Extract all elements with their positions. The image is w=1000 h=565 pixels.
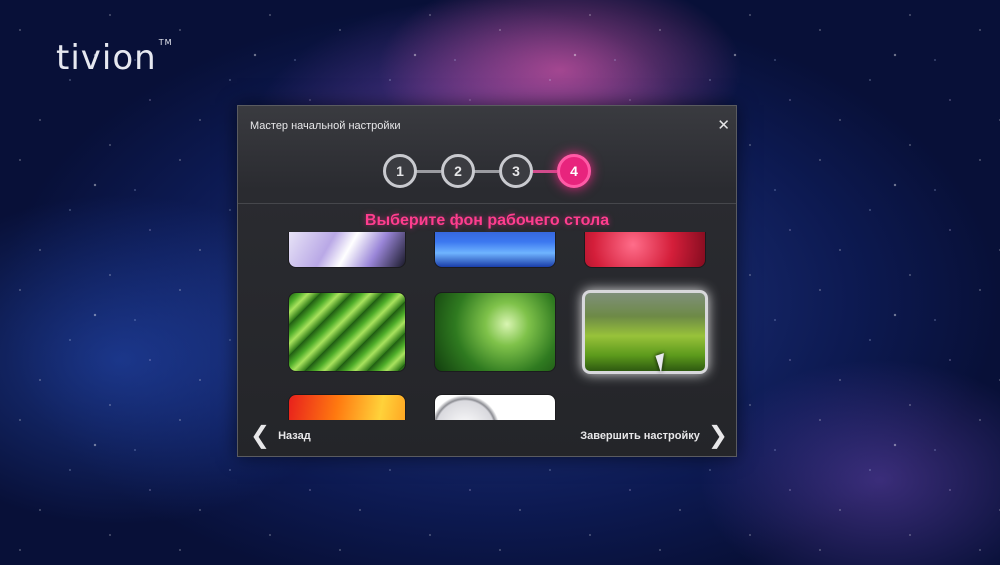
finish-label: Завершить настройку	[580, 430, 700, 442]
finish-setup-button[interactable]: Завершить настройку ❯	[580, 422, 728, 449]
step-1: 1	[383, 154, 417, 188]
step-3: 3	[499, 154, 533, 188]
brand-logo: tivion TM	[56, 38, 173, 78]
step-indicator: 1 2 3 4	[383, 154, 593, 188]
wallpaper-red-flower[interactable]	[584, 232, 706, 268]
wallpaper-blue-glow[interactable]	[434, 232, 556, 268]
dialog-title: Мастер начальной настройки	[250, 120, 401, 132]
wallpaper-orange-gradient[interactable]	[288, 394, 406, 420]
close-icon[interactable]: ✕	[717, 116, 730, 134]
wallpaper-green-leaf-drop[interactable]	[288, 292, 406, 372]
wallpaper-dew-leaf[interactable]	[434, 292, 556, 372]
setup-wizard-dialog: Мастер начальной настройки ✕ 1 2 3 4 Выб…	[237, 105, 737, 457]
wallpaper-grass-field[interactable]	[582, 290, 708, 374]
chevron-left-icon: ❮	[250, 422, 271, 449]
wallpaper-grid	[238, 232, 736, 420]
chevron-right-icon: ❯	[707, 422, 728, 449]
back-button[interactable]: ❮ Назад	[250, 422, 311, 449]
wallpaper-abstract-lavender[interactable]	[288, 232, 406, 268]
step-4-active: 4	[557, 154, 591, 188]
header-divider	[238, 203, 736, 204]
step-2: 2	[441, 154, 475, 188]
wizard-heading: Выберите фон рабочего стола	[364, 212, 610, 229]
back-label: Назад	[278, 430, 311, 442]
wallpaper-white-pebbles[interactable]	[434, 394, 556, 420]
